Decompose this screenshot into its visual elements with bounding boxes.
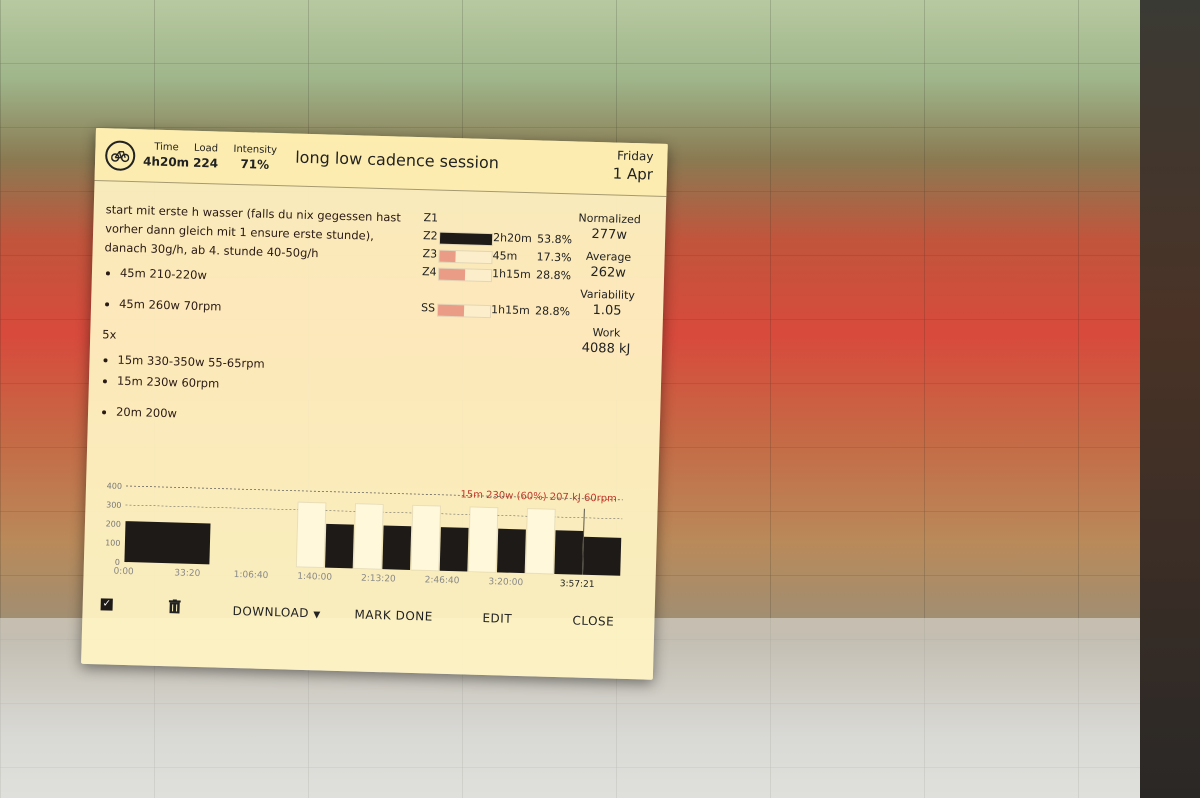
zone-bar-fill — [439, 232, 493, 246]
workout-description: start mit erste h wasser (falls du nix g… — [99, 200, 415, 442]
zone-label: Z3 — [422, 247, 438, 261]
stat-value: 4h20m — [142, 154, 190, 170]
zone-bar — [437, 267, 493, 283]
zone-label: Z4 — [421, 265, 437, 279]
zone-bar-fill — [439, 250, 456, 263]
zone-distribution: Z1 Z2 2h20m 53.8% Z3 45m 17.3% Z4 1h15m 28.8% SS 1h… — [421, 209, 574, 321]
chart-tooltip: 15m 230w (60%) 207 kJ 60rpm — [460, 489, 617, 504]
power-bar — [124, 521, 211, 565]
repeat-count: 5x — [102, 327, 117, 342]
metric-value: 4088 kJ — [581, 340, 631, 358]
workout-day-number: 1 Apr — [612, 164, 654, 184]
x-tick-label: 33:20 — [174, 568, 200, 579]
metric-value: 262w — [590, 264, 627, 281]
y-tick-label: 0 — [115, 558, 120, 567]
power-metrics: Normalized 277w Average 262w Variability… — [564, 211, 652, 365]
y-tick-label: 200 — [106, 519, 122, 528]
zone-label: Z1 — [423, 211, 439, 225]
zone-time: 1h15m — [491, 267, 531, 282]
mark-done-button[interactable]: MARK DONE — [354, 607, 433, 623]
power-bar — [554, 530, 584, 575]
x-tick-label: 1:06:40 — [234, 570, 269, 581]
zone-time: 45m — [492, 249, 518, 263]
x-tick-label: 2:13:20 — [361, 574, 396, 585]
list-item: 20m 200w — [116, 403, 410, 430]
y-tick-label: 300 — [106, 500, 122, 509]
dialog-footer: ✓ DOWNLOAD ▼ MARK DONE EDIT CLOSE — [81, 590, 654, 666]
close-button[interactable]: CLOSE — [572, 613, 614, 628]
stat-label: Load — [193, 142, 219, 155]
power-bar — [325, 523, 354, 569]
metric-value: 1.05 — [592, 302, 622, 319]
done-checkbox[interactable]: ✓ — [100, 598, 113, 611]
zone-bar-fill — [438, 268, 466, 281]
x-tick-label: 1:40:00 — [297, 572, 332, 583]
metric-average: Average 262w — [566, 249, 651, 281]
zone-bar-fill — [437, 304, 465, 317]
bicycle-icon — [104, 140, 136, 172]
metric-value: 277w — [591, 226, 628, 243]
download-label: DOWNLOAD — [232, 604, 310, 621]
power-bar — [353, 503, 384, 570]
power-bar — [467, 506, 499, 573]
stat-label: Intensity — [233, 143, 278, 157]
zone-bar — [438, 231, 494, 247]
stat-value: 224 — [192, 155, 219, 171]
workout-title: long low cadence session — [295, 147, 500, 173]
zone-time: 2h20m — [492, 231, 532, 246]
list-item: 45m 260w 70rpm — [119, 295, 413, 322]
power-chart[interactable]: 400 300 200 100 0 15m 230w (60%) 207 kJ 60rpm… — [95, 473, 628, 598]
metric-normalized: Normalized 277w — [567, 211, 652, 243]
description-intro: start mit erste h wasser (falls du nix g… — [104, 202, 402, 261]
edit-button[interactable]: EDIT — [482, 611, 512, 626]
x-tick-label: 0:00 — [113, 567, 134, 578]
metric-variability: Variability 1.05 — [565, 287, 650, 319]
stat-time: Time 4h20m — [142, 141, 190, 170]
power-bar — [525, 508, 556, 575]
metric-label: Average — [585, 249, 632, 264]
stat-value: 71% — [240, 157, 270, 172]
metric-label: Normalized — [578, 211, 642, 227]
workout-day: Friday — [616, 148, 654, 164]
power-bar — [582, 536, 622, 576]
zone-label: Z2 — [422, 229, 438, 243]
power-bar — [295, 501, 327, 569]
metric-work: Work 4088 kJ — [564, 325, 649, 357]
power-bar — [496, 528, 526, 574]
zone-time: 1h15m — [490, 303, 530, 318]
download-button[interactable]: DOWNLOAD ▼ — [232, 604, 321, 620]
y-tick-label: 100 — [105, 538, 121, 547]
trash-icon[interactable] — [168, 598, 181, 614]
x-tick-label: 3:20:00 — [488, 577, 523, 588]
power-bar — [410, 504, 441, 572]
monitor-bezel — [1140, 0, 1200, 798]
x-tick-label: 3:57:21 — [560, 579, 595, 590]
metric-label: Work — [592, 325, 621, 340]
stat-intensity: Intensity 71% — [233, 144, 277, 172]
x-tick-label: 2:46:40 — [425, 575, 460, 586]
stat-load: Load 224 — [193, 143, 219, 171]
workout-dialog: Time 4h20m Load 224 Intensity 71% long l… — [81, 128, 668, 680]
zone-label: SS — [420, 301, 436, 315]
power-bar — [439, 527, 469, 572]
zone-bar — [438, 249, 493, 265]
workout-date: Friday 1 Apr — [612, 148, 654, 184]
zone-row: SS 1h15m 28.8% — [421, 299, 571, 321]
stat-label: Time — [154, 141, 179, 154]
metric-label: Variability — [580, 287, 636, 303]
power-bar — [382, 525, 412, 570]
zone-bar — [436, 303, 492, 319]
y-tick-label: 400 — [107, 481, 123, 490]
list-item: 45m 210-220w — [120, 264, 414, 291]
caret-down-icon: ▼ — [313, 610, 321, 621]
